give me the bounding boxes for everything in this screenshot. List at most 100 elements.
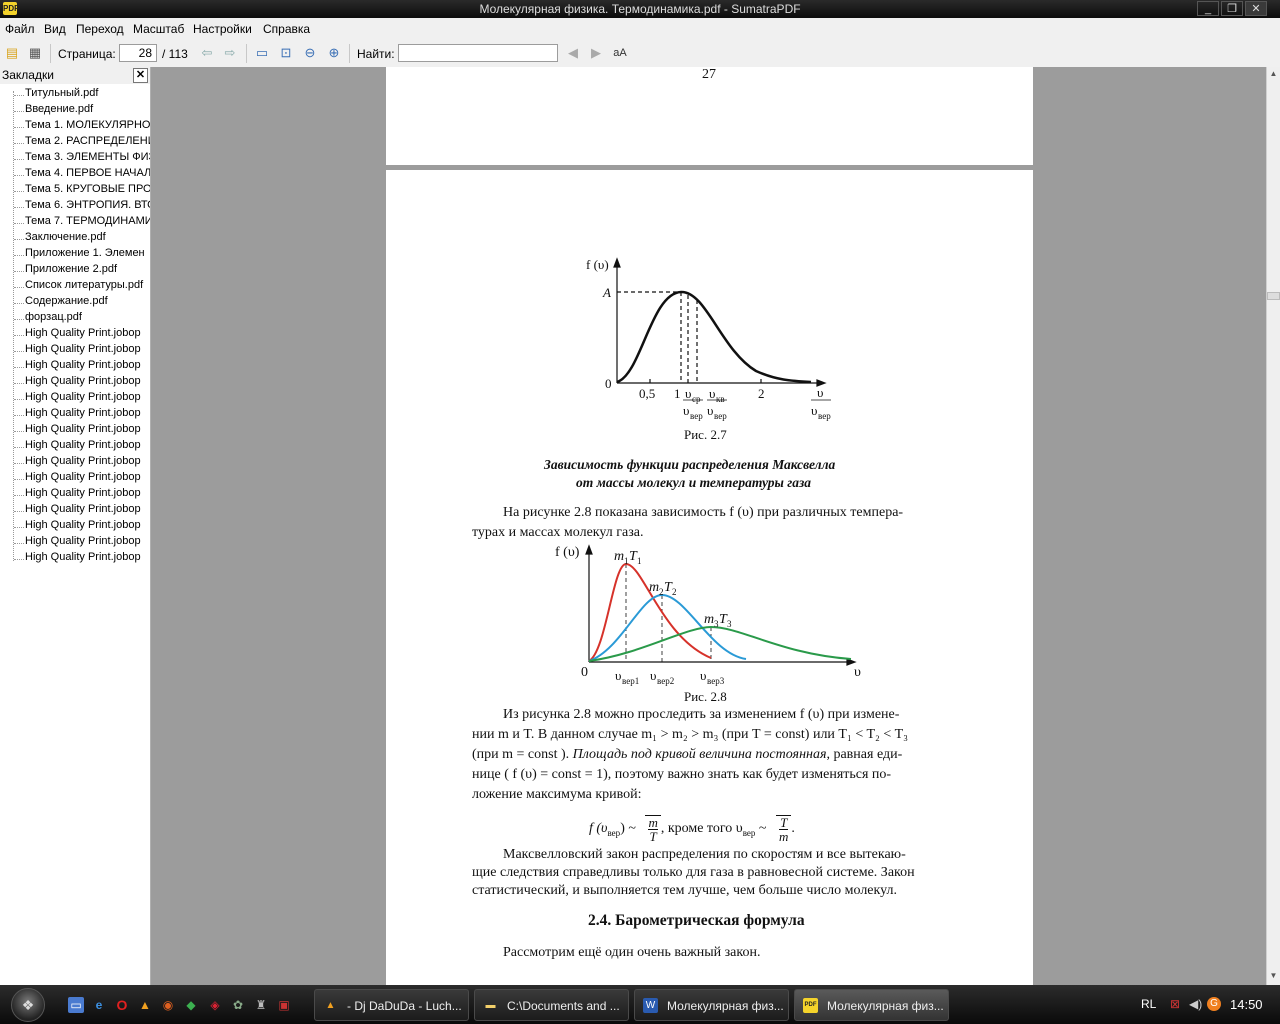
bookmark-item[interactable]: High Quality Print.jobop — [25, 519, 141, 535]
bookmark-item[interactable]: Тема 5. КРУГОВЫЕ ПРО — [25, 183, 150, 199]
bookmark-item[interactable]: High Quality Print.jobop — [25, 551, 141, 567]
bookmark-item[interactable]: Тема 7. ТЕРМОДИНАМИ — [25, 215, 150, 231]
language-indicator[interactable]: RL — [1141, 997, 1156, 1011]
sqrt-t-over-m: Tm — [775, 815, 792, 844]
opera-icon[interactable]: O — [114, 997, 130, 1013]
find-input[interactable] — [398, 44, 558, 62]
fig27-vver-2-sub: вер — [714, 411, 727, 421]
bookmark-item[interactable]: Титульный.pdf — [25, 87, 98, 103]
bookmark-item[interactable]: High Quality Print.jobop — [25, 487, 141, 503]
next-page-icon[interactable]: ⇨ — [222, 45, 238, 61]
bookmark-item[interactable]: Приложение 1. Элемен — [25, 247, 145, 263]
tree-connector — [14, 447, 24, 448]
taskbar-button[interactable]: ▲ - Dj DaDuDa - Luch... — [314, 989, 469, 1021]
open-icon[interactable]: ▤ — [4, 45, 20, 61]
menu-view[interactable]: Вид — [44, 22, 66, 36]
bookmark-item[interactable]: High Quality Print.jobop — [25, 343, 141, 359]
bookmark-item[interactable]: Тема 3. ЭЛЕМЕНТЫ ФИЗИ — [25, 151, 150, 167]
curve-1 — [588, 562, 712, 662]
scroll-down-icon[interactable]: ▼ — [1268, 971, 1279, 983]
curve1-label-m: m — [614, 549, 624, 564]
taskbar-button[interactable]: ▬ C:\Documents and ... — [474, 989, 629, 1021]
scroll-thumb[interactable] — [1267, 292, 1280, 300]
curve1-label-tsub: 1 — [637, 556, 642, 566]
find-prev-icon[interactable]: ◀ — [565, 45, 581, 61]
bookmark-item[interactable]: Тема 4. ПЕРВОЕ НАЧАЛО — [25, 167, 150, 183]
bookmark-item[interactable]: Приложение 2.pdf — [25, 263, 117, 279]
para2-line3-c: , равная еди- — [826, 747, 903, 762]
bookmark-item[interactable]: High Quality Print.jobop — [25, 327, 141, 343]
menu-goto[interactable]: Переход — [76, 22, 124, 36]
bookmark-item[interactable]: High Quality Print.jobop — [25, 375, 141, 391]
bookmark-item[interactable]: High Quality Print.jobop — [25, 455, 141, 471]
tree-connector — [14, 367, 24, 368]
menu-zoom[interactable]: Масштаб — [133, 22, 184, 36]
bookmark-item[interactable]: High Quality Print.jobop — [25, 359, 141, 375]
fit-width-icon[interactable]: ⊡ — [278, 45, 294, 61]
bookmark-item[interactable]: Введение.pdf — [25, 103, 93, 119]
document-view[interactable]: 27 f (υ) A 0 0,5 1 2 υ ср υ кв υ вер υ в… — [151, 67, 1267, 985]
prev-page-icon[interactable]: ⇦ — [199, 45, 215, 61]
volume-icon[interactable]: ◀) — [1189, 997, 1202, 1011]
sqrt-numerator-t: T — [778, 815, 789, 830]
aimp-icon: ▲ — [325, 1000, 336, 1011]
utility-icon[interactable]: ✿ — [230, 997, 246, 1013]
menu-help[interactable]: Справка — [263, 22, 310, 36]
bookmark-item[interactable]: Тема 6. ЭНТРОПИЯ. ВТО — [25, 199, 150, 215]
tool-icon[interactable]: ♜ — [253, 997, 269, 1013]
scroll-up-icon[interactable]: ▲ — [1268, 69, 1279, 81]
bookmark-item[interactable]: Содержание.pdf — [25, 295, 108, 311]
page-number-input[interactable] — [119, 44, 157, 62]
find-next-icon[interactable]: ▶ — [588, 45, 604, 61]
bookmark-item[interactable]: High Quality Print.jobop — [25, 439, 141, 455]
network-icon[interactable]: ◆ — [183, 997, 199, 1013]
taskbar-button[interactable]: W Молекулярная физ... — [634, 989, 789, 1021]
ie-icon[interactable]: e — [91, 997, 107, 1013]
sqrt-denominator-m: m — [778, 829, 789, 844]
figure-title-line1: Зависимость функции распределения Максве… — [544, 457, 836, 472]
maximize-button[interactable]: ❐ — [1221, 1, 1243, 16]
zoom-out-icon[interactable]: ⊖ — [302, 45, 318, 61]
close-icon[interactable]: ✕ — [133, 68, 148, 83]
fig27-vver-1: υ — [683, 403, 689, 418]
bookmark-item[interactable]: High Quality Print.jobop — [25, 535, 141, 551]
bookmark-item[interactable]: High Quality Print.jobop — [25, 391, 141, 407]
bookmark-item[interactable]: Тема 2. РАСПРЕДЕЛЕНИ — [25, 135, 150, 151]
taskbar-button-label: - Dj DaDuDa - Luch... — [347, 999, 462, 1013]
bookmark-item[interactable]: High Quality Print.jobop — [25, 407, 141, 423]
bookmark-item[interactable]: Список литературы.pdf — [25, 279, 143, 295]
formula-dot: . — [791, 821, 795, 837]
fit-page-icon[interactable]: ▭ — [254, 45, 270, 61]
zoom-in-icon[interactable]: ⊕ — [326, 45, 342, 61]
previous-page: 27 — [386, 67, 1033, 165]
minimize-button[interactable]: _ — [1197, 1, 1219, 16]
bookmark-item[interactable]: Тема 1. МОЛЕКУЛЯРНО- — [25, 119, 150, 135]
games-icon[interactable]: ◈ — [207, 997, 223, 1013]
bookmark-item[interactable]: High Quality Print.jobop — [25, 503, 141, 519]
bookmark-item[interactable]: форзац.pdf — [25, 311, 82, 327]
save-icon[interactable]: ▣ — [276, 997, 292, 1013]
aimp-quick-icon[interactable]: ▲ — [137, 997, 153, 1013]
close-button[interactable]: ✕ — [1245, 1, 1267, 16]
update-tray-icon[interactable]: G — [1207, 997, 1221, 1011]
start-button[interactable]: ❖ — [11, 988, 45, 1022]
firefox-icon[interactable]: ◉ — [160, 997, 176, 1013]
print-icon[interactable]: ▦ — [27, 45, 43, 61]
bookmark-item[interactable]: High Quality Print.jobop — [25, 471, 141, 487]
show-desktop-icon[interactable]: ▭ — [68, 997, 84, 1013]
tree-connector — [14, 95, 24, 96]
para2-line2: нии m и T. В данном случае m₁ > m₂ > m₃ … — [472, 727, 909, 742]
formula: f (υвер) ~ mT, кроме того υвер ~ Tm. — [589, 815, 795, 843]
match-case-icon[interactable]: aA — [612, 45, 628, 61]
curve2-label-tsub: 2 — [672, 587, 677, 597]
vertical-scrollbar[interactable]: ▲ ▼ — [1266, 67, 1280, 985]
tree-connector — [14, 479, 24, 480]
tree-connector — [14, 239, 24, 240]
menu-file[interactable]: Файл — [5, 22, 35, 36]
bookmark-item[interactable]: High Quality Print.jobop — [25, 423, 141, 439]
fig28-caption: Рис. 2.8 — [684, 689, 727, 704]
taskbar-button[interactable]: PDF Молекулярная физ... — [794, 989, 949, 1021]
menu-settings[interactable]: Настройки — [193, 22, 252, 36]
network-tray-icon[interactable]: ⊠ — [1170, 997, 1180, 1011]
bookmark-item[interactable]: Заключение.pdf — [25, 231, 106, 247]
